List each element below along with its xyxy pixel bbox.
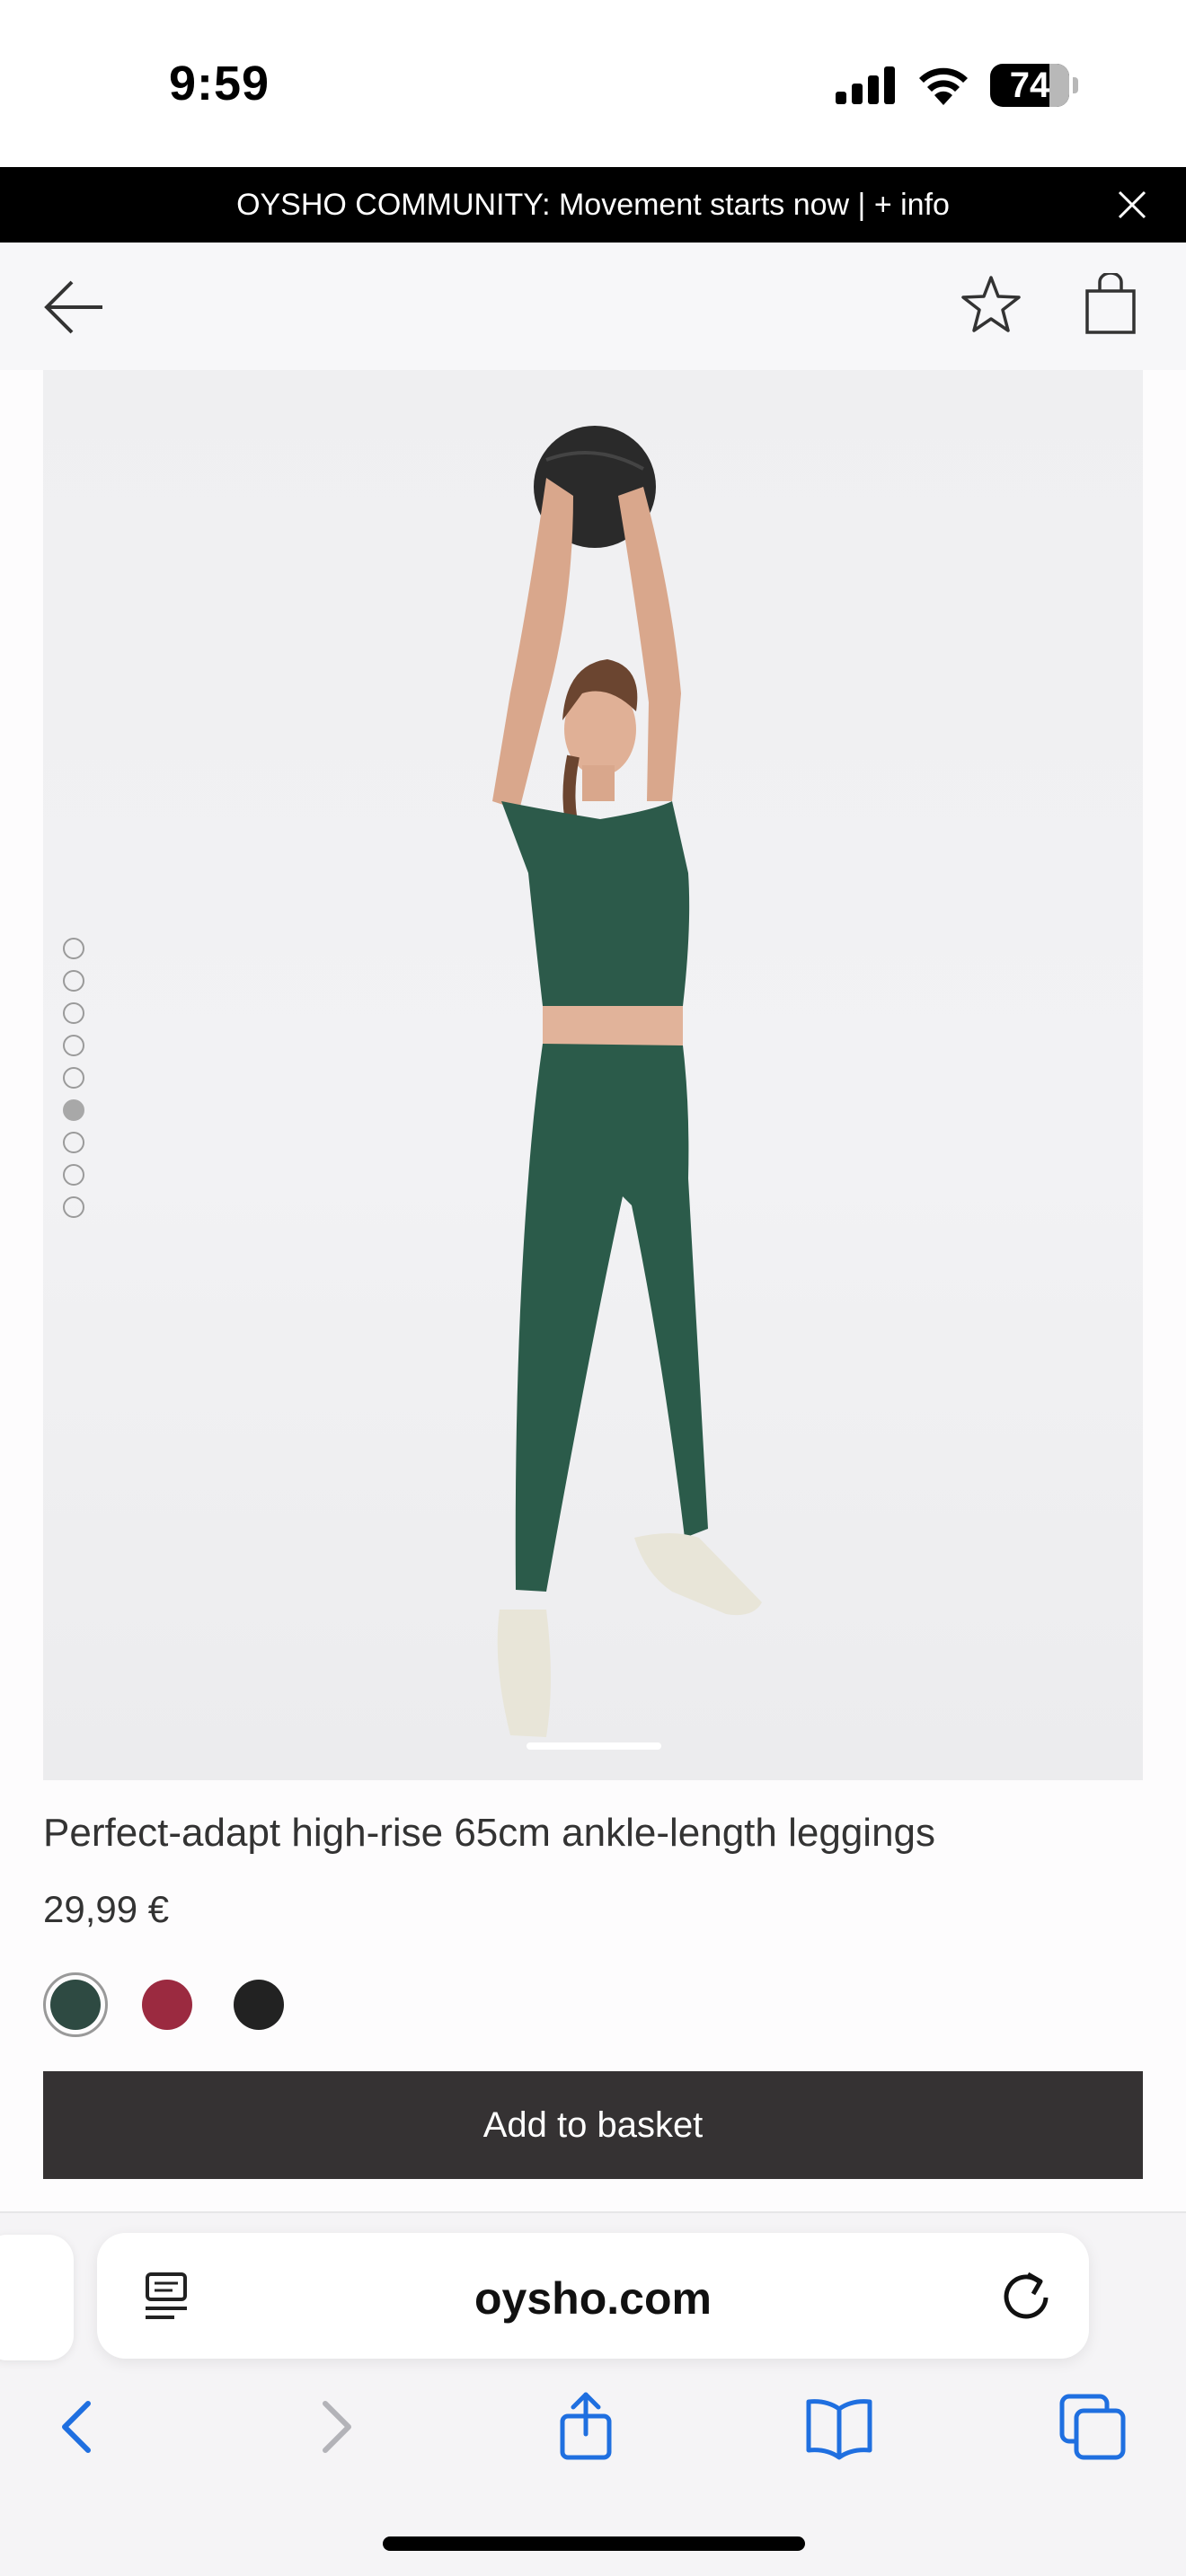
color-swatch[interactable] bbox=[226, 1972, 291, 2037]
close-icon[interactable] bbox=[1114, 187, 1150, 223]
back-arrow-icon[interactable] bbox=[43, 278, 106, 336]
image-dot[interactable] bbox=[63, 1002, 84, 1024]
browser-toolbar: oysho.com bbox=[0, 2211, 1186, 2576]
promo-text[interactable]: OYSHO COMMUNITY: Movement starts now | +… bbox=[236, 188, 950, 223]
color-swatch[interactable] bbox=[135, 1972, 199, 2037]
battery-icon: 74 bbox=[990, 64, 1069, 107]
battery-level: 74 bbox=[1009, 65, 1050, 105]
image-dot[interactable] bbox=[63, 970, 84, 992]
home-indicator[interactable] bbox=[383, 2536, 805, 2551]
image-dot[interactable] bbox=[63, 1164, 84, 1186]
status-icons: 74 bbox=[836, 63, 1078, 108]
previous-tab-preview[interactable] bbox=[0, 2235, 74, 2360]
image-dot[interactable] bbox=[63, 1035, 84, 1056]
status-time: 9:59 bbox=[169, 57, 270, 110]
address-bar[interactable]: oysho.com bbox=[97, 2233, 1089, 2359]
image-dot[interactable] bbox=[63, 1067, 84, 1089]
image-dot[interactable] bbox=[63, 938, 84, 959]
product-image[interactable] bbox=[43, 370, 1143, 1780]
battery-tip bbox=[1073, 77, 1078, 93]
shopping-bag-icon[interactable] bbox=[1084, 273, 1137, 336]
image-dot[interactable] bbox=[63, 1196, 84, 1218]
image-pagination bbox=[63, 938, 84, 1218]
image-scroll-indicator bbox=[527, 1742, 661, 1750]
image-dot[interactable] bbox=[63, 1099, 84, 1121]
forward-icon[interactable] bbox=[300, 2391, 372, 2463]
wifi-icon bbox=[919, 67, 968, 105]
tabs-icon[interactable] bbox=[1057, 2391, 1128, 2463]
color-swatch-fill bbox=[234, 1980, 284, 2030]
url-text[interactable]: oysho.com bbox=[97, 2272, 1089, 2325]
product-price: 29,99 € bbox=[43, 1888, 170, 1930]
product-title: Perfect-adapt high-rise 65cm ankle-lengt… bbox=[43, 1811, 936, 1855]
signal-icon bbox=[836, 66, 895, 104]
reload-icon[interactable] bbox=[999, 2269, 1053, 2323]
star-icon[interactable] bbox=[960, 273, 1022, 336]
color-swatch[interactable] bbox=[43, 1972, 108, 2037]
model-photo bbox=[492, 426, 762, 1737]
bookmarks-icon[interactable] bbox=[803, 2391, 875, 2463]
image-dot[interactable] bbox=[63, 1132, 84, 1153]
status-bar: 9:59 74 bbox=[0, 0, 1186, 167]
color-swatches bbox=[43, 1972, 291, 2037]
product-header bbox=[0, 243, 1186, 370]
color-swatch-fill bbox=[142, 1980, 192, 2030]
share-icon[interactable] bbox=[550, 2391, 622, 2463]
add-to-basket-button[interactable]: Add to basket bbox=[43, 2071, 1143, 2179]
promo-banner[interactable]: OYSHO COMMUNITY: Movement starts now | +… bbox=[0, 167, 1186, 243]
color-swatch-fill bbox=[50, 1980, 101, 2030]
back-icon[interactable] bbox=[41, 2391, 113, 2463]
